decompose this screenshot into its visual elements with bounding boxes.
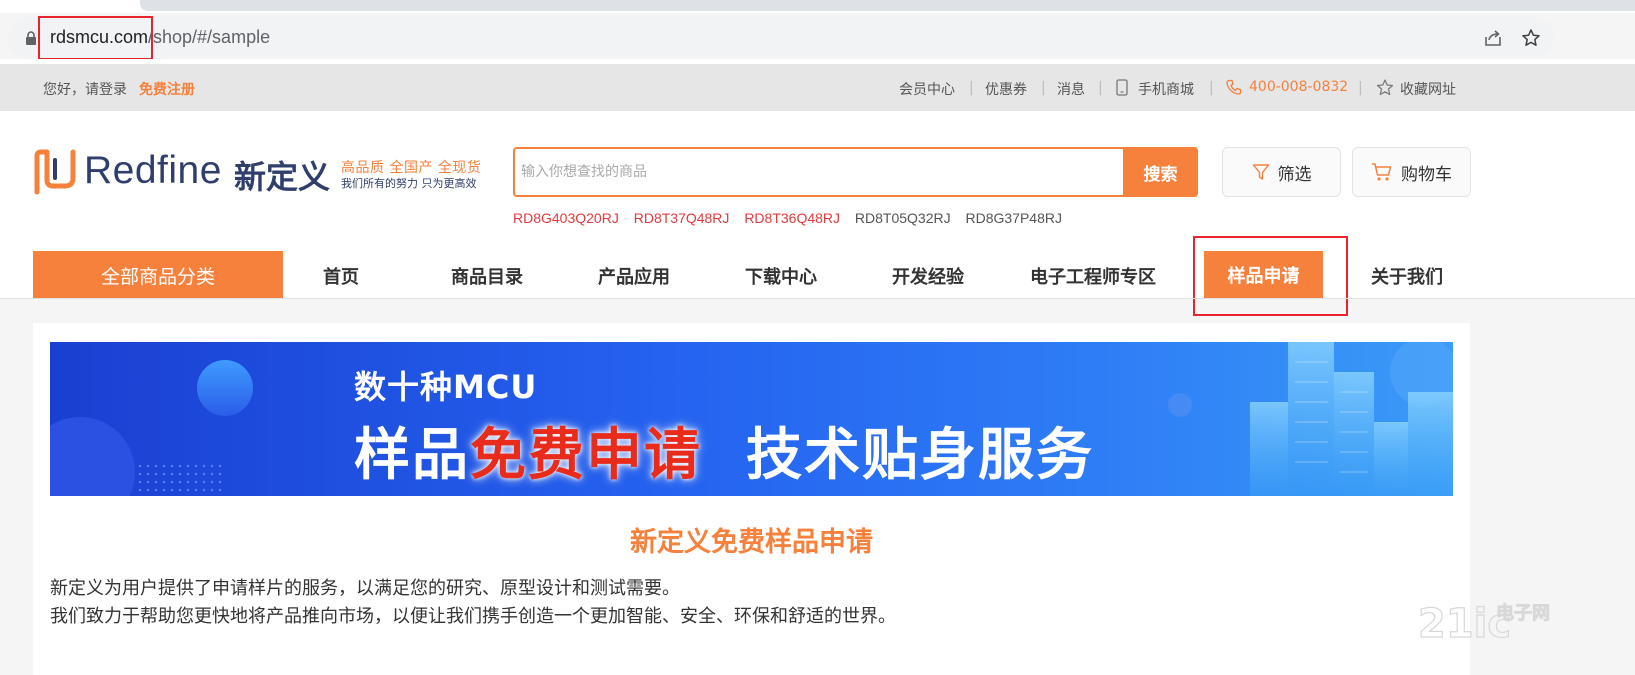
nav-applications[interactable]: 产品应用: [598, 263, 670, 289]
hot-search-links: RD8G403Q20RJ RD8T37Q48RJ RD8T36Q48RJ RD8…: [513, 210, 1073, 226]
hot-link[interactable]: RD8T05Q32RJ: [855, 210, 951, 226]
filter-label: 筛选: [1277, 164, 1312, 185]
watermark-cn: 电子网: [1496, 602, 1550, 624]
nav-highlight-box: [1193, 236, 1348, 316]
intro-paragraph-2: 我们致力于帮助您更快地将产品推向市场，以便让我们携手创造一个更加智能、安全、环保…: [50, 606, 896, 627]
banner-tagline: 样品免费申请 技术贴身服务: [354, 410, 1094, 491]
bookmark-site-link[interactable]: 收藏网址: [1400, 79, 1456, 99]
nav-about-us[interactable]: 关于我们: [1371, 263, 1443, 289]
all-categories-button[interactable]: 全部商品分类: [33, 251, 283, 299]
separator: |: [1209, 80, 1214, 96]
coupons-link[interactable]: 优惠券: [985, 79, 1027, 99]
browser-tabstrip: [0, 0, 1635, 13]
hot-link[interactable]: RD8G403Q20RJ: [513, 210, 619, 226]
redfine-logo-icon[interactable]: [33, 148, 77, 196]
banner-headline: 数十种MCU: [354, 368, 538, 406]
address-bar[interactable]: rdsmcu.com/shop/#/sample: [8, 17, 1554, 59]
hot-link[interactable]: RD8T36Q48RJ: [744, 210, 840, 226]
login-link[interactable]: 您好，请登录: [43, 79, 127, 99]
phone-icon: [1226, 79, 1242, 95]
search-input[interactable]: [521, 151, 1121, 193]
search-box: 搜索: [513, 147, 1198, 197]
logo-wordmark[interactable]: Redfine: [84, 149, 222, 193]
top-utility-bar: 您好，请登录 免费注册 会员中心 | 优惠券 | 消息 | 手机商城 | 400…: [0, 64, 1635, 111]
nav-home[interactable]: 首页: [323, 263, 359, 289]
nav-dev-experience[interactable]: 开发经验: [892, 263, 964, 289]
all-categories-label: 全部商品分类: [100, 265, 215, 288]
banner-tagline-free: 免费申请: [470, 423, 702, 488]
nav-downloads[interactable]: 下载中心: [745, 263, 817, 289]
cart-button[interactable]: 购物车: [1352, 147, 1471, 197]
mobile-shop-link[interactable]: 手机商城: [1138, 79, 1194, 99]
separator: |: [1098, 80, 1103, 96]
21ic-watermark-logo: 21ic 电子网: [1418, 600, 1550, 647]
search-button[interactable]: 搜索: [1123, 147, 1198, 197]
mobile-phone-icon: [1116, 79, 1128, 96]
url-path: /shop/#/sample: [148, 27, 271, 47]
separator: |: [969, 80, 974, 96]
messages-link[interactable]: 消息: [1057, 79, 1085, 99]
browser-tab-area: [140, 0, 1635, 11]
intro-paragraph-1: 新定义为用户提供了申请样片的服务，以满足您的研究、原型设计和测试需要。: [50, 578, 680, 599]
nav-divider: [0, 298, 1635, 299]
favorite-star-icon: [1376, 79, 1394, 96]
hot-link[interactable]: RD8T37Q48RJ: [634, 210, 730, 226]
phone-number[interactable]: 400-008-0832: [1249, 79, 1348, 95]
member-center-link[interactable]: 会员中心: [899, 79, 955, 99]
cart-icon: [1372, 163, 1392, 181]
separator: |: [1041, 80, 1046, 96]
slogan-sub: 我们所有的努力 只为更高效: [341, 177, 477, 190]
bookmark-star-icon[interactable]: [1521, 28, 1541, 48]
main-content: 数十种MCU 样品免费申请 技术贴身服务 新定义免费样品申请 新定义为用户提供了申…: [33, 323, 1470, 675]
sample-banner[interactable]: 数十种MCU 样品免费申请 技术贴身服务: [50, 342, 1453, 496]
url-highlight-box: [38, 16, 153, 60]
banner-tagline-service: 技术贴身服务: [746, 423, 1094, 488]
site-header: Redfine 新定义 高品质 全国产 全现货 我们所有的努力 只为更高效 搜索…: [0, 111, 1635, 299]
separator: |: [1358, 80, 1363, 96]
page-title: 新定义免费样品申请: [630, 527, 873, 558]
filter-icon: [1252, 164, 1269, 180]
hot-link[interactable]: RD8G37P48RJ: [966, 210, 1063, 226]
register-link[interactable]: 免费注册: [139, 79, 195, 99]
logo-chinese-name[interactable]: 新定义: [234, 152, 330, 198]
nav-engineer-zone[interactable]: 电子工程师专区: [1030, 263, 1156, 289]
filter-button[interactable]: 筛选: [1222, 147, 1341, 197]
lock-icon[interactable]: [25, 31, 37, 45]
banner-tagline-part1: 样品: [354, 423, 470, 488]
slogan-main: 高品质 全国产 全现货: [341, 160, 482, 176]
cart-label: 购物车: [1401, 164, 1452, 185]
share-icon[interactable]: [1483, 28, 1503, 48]
nav-catalog[interactable]: 商品目录: [451, 263, 523, 289]
